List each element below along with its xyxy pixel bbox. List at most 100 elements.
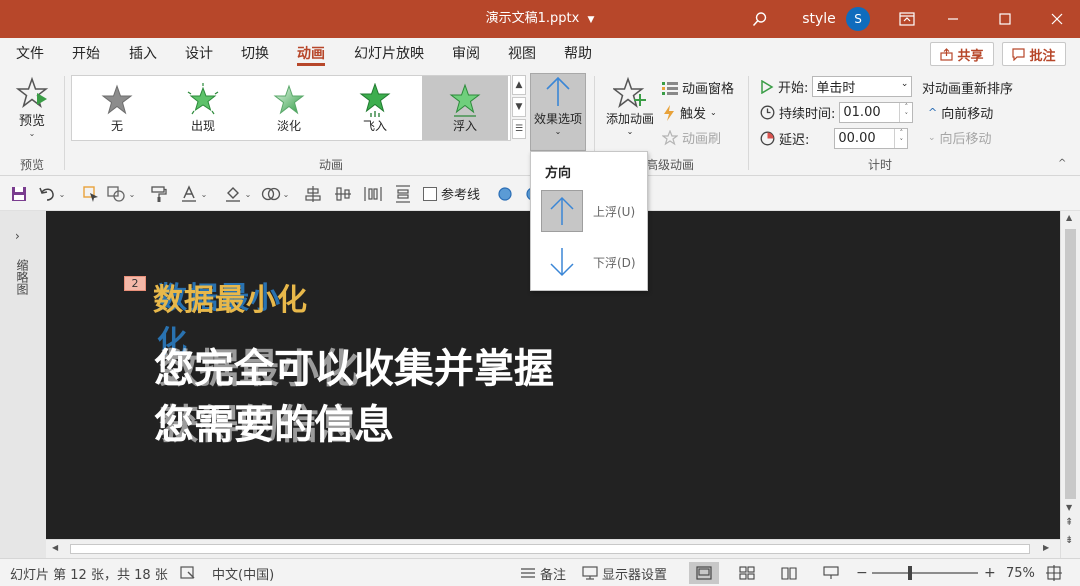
scroll-down-icon[interactable]: ▼ — [1066, 503, 1072, 512]
horizontal-scrollbar[interactable]: ◀ ▶ — [46, 539, 1060, 558]
zoom-slider-track[interactable] — [872, 566, 978, 580]
expand-pane-icon[interactable]: › — [15, 229, 20, 243]
slide-sorter-button[interactable] — [732, 562, 762, 584]
duration-input[interactable]: 01.00 ˄ ˅ — [839, 102, 914, 123]
zoom-slider-thumb[interactable] — [908, 566, 913, 580]
close-icon[interactable] — [1042, 0, 1072, 38]
font-color-icon[interactable] — [178, 183, 200, 205]
merge-shapes-icon[interactable] — [260, 183, 282, 205]
reference-line-checkbox[interactable] — [423, 186, 437, 201]
display-settings-button[interactable]: 显示器设置 — [582, 559, 667, 586]
format-painter-icon[interactable] — [148, 183, 170, 205]
tab-transitions[interactable]: 切换 — [241, 44, 269, 66]
delay-spinner[interactable]: ˄ ˅ — [894, 129, 907, 148]
chevron-down-icon[interactable]: ⌄ — [126, 183, 138, 205]
scroll-right-icon[interactable]: ▶ — [1043, 543, 1049, 552]
delay-input[interactable]: 00.00 ˄ ˅ — [834, 128, 909, 149]
zoom-level[interactable]: 75% — [1006, 559, 1035, 586]
arrow-up-icon — [541, 190, 583, 232]
group-separator — [748, 76, 749, 170]
animation-appear[interactable]: 出现 — [160, 76, 246, 140]
next-slide-icon[interactable]: ⇟ — [1065, 535, 1073, 546]
effect-options-button[interactable]: 效果选项 ⌄ — [530, 73, 586, 151]
align-center-icon[interactable] — [302, 183, 324, 205]
add-animation-button[interactable]: 添加动画 ⌄ — [602, 76, 658, 148]
tab-home[interactable]: 开始 — [72, 44, 100, 66]
ribbon-display-icon[interactable] — [893, 0, 921, 38]
move-earlier-button[interactable]: ^ 向前移动 — [928, 103, 993, 122]
zoom-out-button[interactable]: − — [856, 559, 868, 586]
share-icon — [940, 47, 954, 61]
previous-slide-icon[interactable]: ⇞ — [1065, 517, 1073, 528]
fill-color-icon[interactable] — [222, 183, 244, 205]
notes-button[interactable]: 备注 — [520, 559, 566, 586]
scroll-left-icon[interactable]: ◀ — [52, 543, 58, 552]
tab-slideshow[interactable]: 幻灯片放映 — [354, 44, 424, 66]
duration-spinner[interactable]: ˄ ˅ — [899, 103, 912, 122]
gallery-scroll-up[interactable]: ▲ — [512, 75, 526, 95]
distribute-vertical-icon[interactable] — [392, 183, 414, 205]
undo-icon[interactable] — [36, 183, 58, 205]
collapse-ribbon-icon[interactable]: ^ — [1058, 158, 1066, 169]
save-icon[interactable] — [8, 183, 30, 205]
notes-icon — [521, 568, 535, 578]
user-name[interactable]: style — [800, 0, 838, 38]
select-objects-icon[interactable] — [80, 183, 102, 205]
search-icon[interactable] — [748, 0, 772, 38]
distribute-horizontal-icon[interactable] — [362, 183, 384, 205]
float-up-option[interactable]: 上浮(U) — [541, 189, 641, 233]
avatar[interactable]: S — [845, 0, 871, 38]
animation-fly-in[interactable]: 飞入 — [332, 76, 418, 140]
normal-view-button[interactable] — [689, 562, 719, 584]
animation-order-badge[interactable]: 2 — [124, 276, 146, 291]
minimize-icon[interactable] — [938, 0, 968, 38]
float-down-option[interactable]: 下浮(D) — [541, 240, 641, 284]
reading-view-button[interactable] — [774, 562, 804, 584]
animation-float-in[interactable]: 浮入 — [422, 76, 508, 140]
reference-line-toggle[interactable]: 参考线 — [423, 184, 480, 203]
status-bar: 幻灯片 第 12 张，共 18 张 中文(中国) 备注 显示器设置 − + 75… — [0, 558, 1080, 586]
animation-none[interactable]: 无 — [74, 76, 160, 140]
chevron-down-icon[interactable]: ⌄ — [280, 183, 292, 205]
tab-help[interactable]: 帮助 — [564, 44, 592, 66]
move-later-button[interactable]: ⌄ 向后移动 — [928, 128, 992, 147]
animation-painter-button[interactable]: 动画刷 — [662, 128, 721, 147]
slide-title[interactable]: 数据最小化 数据最小化 — [153, 275, 308, 360]
shape-icon[interactable] — [106, 183, 128, 205]
horizontal-scroll-thumb[interactable] — [70, 544, 1030, 554]
animation-fade[interactable]: 淡化 — [246, 76, 332, 140]
slide-body[interactable]: 数据最小化 您完全可以收集并掌握 获得的信息 您需要的信息 — [154, 341, 554, 453]
align-middle-icon[interactable] — [332, 183, 354, 205]
move-earlier-label: 向前移动 — [941, 107, 994, 122]
trigger-button[interactable]: 触发 ⌄ — [662, 103, 717, 122]
chevron-down-icon[interactable]: ⌄ — [242, 183, 254, 205]
tab-animations[interactable]: 动画 — [297, 44, 325, 66]
vertical-scroll-thumb[interactable] — [1065, 229, 1076, 499]
share-button[interactable]: 共享 — [930, 42, 994, 66]
zoom-in-button[interactable]: + — [984, 559, 996, 586]
chevron-down-icon[interactable]: ▼ — [587, 15, 594, 25]
chevron-down-icon[interactable]: ⌄ — [56, 183, 68, 205]
start-select[interactable]: 单击时 ⌄ — [812, 76, 913, 97]
slideshow-view-button[interactable] — [816, 562, 846, 584]
chevron-down-icon[interactable]: ⌄ — [198, 183, 210, 205]
tab-view[interactable]: 视图 — [508, 44, 536, 66]
tab-file[interactable]: 文件 — [16, 44, 44, 66]
preview-button[interactable]: 预览 ⌄ — [10, 76, 54, 148]
gallery-scroll-down[interactable]: ▼ — [512, 97, 526, 117]
vertical-scrollbar[interactable]: ▲ ▼ ⇞ ⇟ — [1060, 211, 1080, 558]
tab-review[interactable]: 审阅 — [452, 44, 480, 66]
thumbnail-label[interactable]: 缩略图 — [14, 259, 31, 295]
gallery-more[interactable]: ☰ — [512, 119, 526, 139]
animation-pane-button[interactable]: 动画窗格 — [662, 78, 734, 97]
comments-button[interactable]: 批注 — [1002, 42, 1066, 66]
document-title[interactable]: 演示文稿1.pptx — [486, 11, 580, 26]
scroll-up-icon[interactable]: ▲ — [1066, 213, 1072, 222]
tab-design[interactable]: 设计 — [185, 44, 213, 66]
maximize-icon[interactable] — [990, 0, 1020, 38]
fit-to-window-icon[interactable] — [1046, 559, 1062, 586]
language-indicator[interactable]: 中文(中国) — [212, 559, 274, 586]
circle-icon[interactable] — [494, 183, 516, 205]
tab-insert[interactable]: 插入 — [129, 44, 157, 66]
accessibility-icon[interactable] — [180, 559, 196, 586]
